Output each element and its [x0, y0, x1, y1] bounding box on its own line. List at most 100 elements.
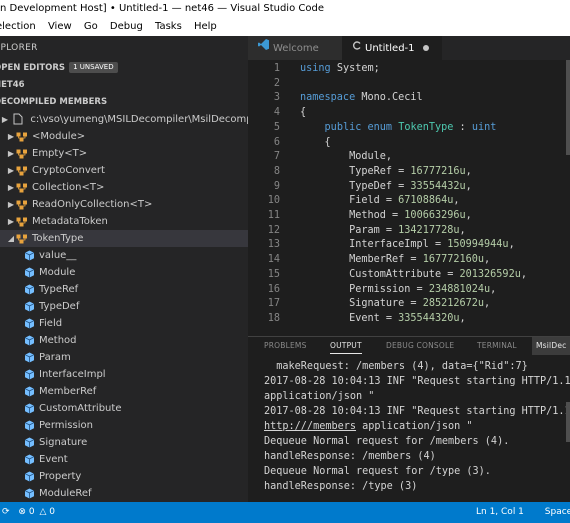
tree-row-member[interactable]: Field — [0, 315, 248, 332]
enum-member-icon — [24, 318, 35, 329]
output-channel-select[interactable]: MsilDec — [532, 337, 570, 355]
code-token: 150994944u — [447, 239, 509, 251]
output-scrollbar[interactable] — [566, 402, 570, 442]
menu-selection[interactable]: election — [0, 18, 36, 36]
tab-welcome[interactable]: Welcome — [248, 36, 342, 60]
tree-row-member[interactable]: CustomAttribute — [0, 400, 248, 417]
menu-view[interactable]: View — [48, 18, 72, 36]
menu-tasks[interactable]: Tasks — [155, 18, 182, 36]
decompiled-members-section[interactable]: DECOMPILED MEMBERS — [0, 94, 248, 111]
chevron-right-icon[interactable]: ▶ — [6, 179, 16, 196]
tree-row-member[interactable]: Event — [0, 451, 248, 468]
chevron-right-icon[interactable]: ▶ — [6, 145, 16, 162]
tree-row-path[interactable]: ▶ c:\vso\yumeng\MSILDecompiler\MsilDecom… — [0, 111, 248, 128]
code-token: Permission — [349, 283, 411, 295]
unsaved-dot-icon[interactable] — [422, 45, 429, 51]
error-count[interactable]: 0 — [29, 507, 35, 517]
code-token: 134217728u — [398, 224, 460, 236]
explorer-header: XPLORER — [0, 43, 38, 53]
tab-problems[interactable]: PROBLEMS — [264, 337, 307, 355]
tree-row-member[interactable]: ModuleRef — [0, 485, 248, 502]
chevron-right-icon[interactable]: ▶ — [6, 213, 16, 230]
chevron-right-icon[interactable]: ▶ — [6, 128, 16, 145]
tree-row-class[interactable]: ▶ Collection<T> — [0, 179, 248, 196]
menu-debug[interactable]: Debug — [110, 18, 143, 36]
tree-row-member[interactable]: Module — [0, 264, 248, 281]
tree-row-member[interactable]: Property — [0, 468, 248, 485]
menu-help[interactable]: Help — [194, 18, 217, 36]
class-icon — [16, 182, 28, 193]
menu-go[interactable]: Go — [84, 18, 98, 36]
tree-label: MemberRef — [39, 386, 97, 397]
open-editors-section[interactable]: OPEN EDITORS 1 UNSAVED — [0, 60, 248, 77]
tree-row-member[interactable]: Signature — [0, 434, 248, 451]
unsaved-badge: 1 UNSAVED — [69, 62, 118, 73]
code-token: 67108864u — [398, 195, 454, 207]
editor-scrollbar[interactable] — [566, 60, 570, 155]
tree-row-member[interactable]: Method — [0, 332, 248, 349]
tree-row-member[interactable]: Permission — [0, 417, 248, 434]
tab-terminal[interactable]: TERMINAL — [477, 337, 517, 355]
tree-row-class[interactable]: ▶ Empty<T> — [0, 145, 248, 162]
code-line: { — [300, 137, 331, 148]
line-number: 11 — [267, 210, 280, 221]
tab-debug-console[interactable]: DEBUG CONSOLE — [386, 337, 454, 355]
enum-member-icon — [24, 437, 35, 448]
tree-label: TypeDef — [39, 301, 80, 312]
code-line: CustomAttribute = 201326592u, — [349, 268, 527, 280]
tree-row-class[interactable]: ▶ CryptoConvert — [0, 162, 248, 179]
active-tab-underline — [330, 353, 362, 354]
tree-row-class[interactable]: ▶ <Module> — [0, 128, 248, 145]
tree-row-member[interactable]: InterfaceImpl — [0, 366, 248, 383]
bottom-panel: PROBLEMS OUTPUT DEBUG CONSOLE TERMINAL M… — [248, 336, 570, 503]
sync-icon[interactable]: ⟳ — [2, 507, 10, 517]
tree-label: Signature — [39, 437, 88, 448]
decompiled-tree: ▶ c:\vso\yumeng\MSILDecompiler\MsilDecom… — [0, 111, 248, 502]
folder-section[interactable]: NET46 — [0, 77, 248, 94]
cursor-position[interactable]: Ln 1, Col 1 — [476, 507, 524, 517]
output-line: handleResponse: /type (3) — [264, 481, 418, 492]
tree-row-member[interactable]: MemberRef — [0, 383, 248, 400]
code-line: MemberRef = 167772160u, — [349, 254, 491, 266]
output-link[interactable]: http:///members — [264, 421, 356, 432]
tree-row-member[interactable]: value__ — [0, 247, 248, 264]
tree-label: Param — [39, 352, 71, 363]
chevron-right-icon[interactable]: ▶ — [6, 162, 16, 179]
line-number: 18 — [267, 312, 280, 324]
tree-row-class[interactable]: ▶ ReadOnlyCollection<T> — [0, 196, 248, 213]
tree-label: CryptoConvert — [32, 165, 105, 176]
chevron-down-icon[interactable]: ◢ — [6, 230, 16, 247]
line-number: 13 — [267, 239, 280, 251]
tree-row-member[interactable]: TypeRef — [0, 281, 248, 298]
csharp-file-icon — [352, 36, 361, 60]
tree-row-member[interactable]: Param — [0, 349, 248, 366]
tree-label: c:\vso\yumeng\MSILDecompiler\MsilDecompi… — [30, 114, 248, 125]
tree-row-class[interactable]: ◢ TokenType — [0, 230, 248, 247]
tree-label: MetadataToken — [32, 216, 108, 227]
line-number: 6 — [273, 136, 280, 148]
tree-label: Event — [39, 454, 68, 465]
code-token: { — [324, 136, 331, 148]
tree-label: Empty<T> — [32, 148, 88, 159]
tree-row-class[interactable]: ▶ MetadataToken — [0, 213, 248, 230]
output-log: makeRequest: /members (4), data={"Rid":7… — [264, 359, 570, 494]
code-editor[interactable]: 1 using System; 2 3 namespace Mono.Cecil 4{5 … — [248, 60, 570, 336]
editor-tabs: Welcome Untitled-1 — [248, 36, 570, 60]
output-line: makeRequest: /members (4), data={"Rid":7… — [264, 361, 528, 372]
enum-member-icon — [24, 267, 35, 278]
enum-member-icon — [24, 284, 35, 295]
code-token: Module, — [349, 151, 393, 163]
warning-count[interactable]: 0 — [49, 507, 55, 517]
chevron-right-icon[interactable]: ▶ — [6, 196, 16, 213]
chevron-right-icon[interactable]: ▶ — [0, 111, 10, 128]
code-token: 335544320u — [398, 312, 460, 324]
indentation[interactable]: Spaces: 4 — [545, 507, 570, 517]
status-bar: ⟳ ⊗ 0 △ 0 Ln 1, Col 1 Spaces: 4 — [0, 502, 570, 523]
line-number: 5 — [273, 121, 280, 133]
error-icon[interactable]: ⊗ — [18, 507, 26, 517]
warning-icon[interactable]: △ — [39, 507, 46, 517]
tree-row-member[interactable]: TypeDef — [0, 298, 248, 315]
code-token: 234881024u — [428, 283, 491, 295]
tree-label: Property — [39, 471, 82, 482]
tab-untitled-1[interactable]: Untitled-1 — [342, 36, 442, 60]
